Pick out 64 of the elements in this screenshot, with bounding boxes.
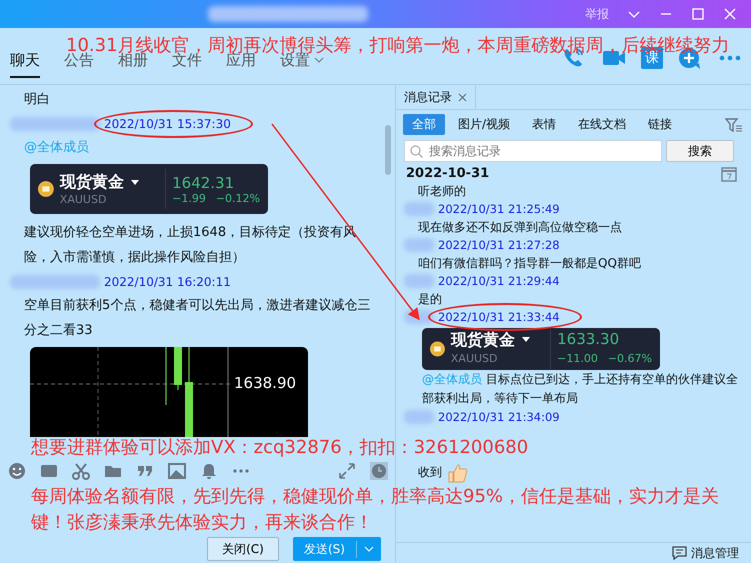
message-text: 空单目前获利5个点，稳健者可以先出局，激进者建议减仓三分之二看33 [24, 297, 372, 340]
filter-tab[interactable]: 全部 [403, 114, 445, 135]
quote-symbol: XAUUSD [450, 351, 499, 367]
search-icon [410, 145, 423, 158]
quote-name: 现货黄金 [60, 172, 124, 193]
quote-percent: −0.67% [608, 351, 652, 367]
filter-tab[interactable]: 表情 [523, 114, 566, 135]
message-time: 2022/10/31 21:34:09 [438, 410, 560, 424]
message-time: 2022/10/31 15:37:30 [104, 116, 231, 130]
close-icon[interactable] [458, 92, 467, 102]
filter-tab[interactable]: 图片/视频 [449, 114, 520, 135]
annotation-text: 想要进群体验可以添加VX：zcq32876，扣扣：3261200680 [31, 437, 528, 459]
message-time: 2022/10/31 21:27:28 [438, 238, 560, 252]
message-text: 收到 [418, 465, 442, 480]
quote-price: 1633.30 [557, 330, 620, 349]
quote-symbol: XAUUSD [60, 193, 108, 206]
scrollbar-thumb[interactable] [385, 125, 391, 175]
chevron-down-icon[interactable] [364, 546, 374, 552]
message-time: 2022/10/31 16:20:11 [104, 274, 231, 288]
tab[interactable]: 聊天 [10, 51, 40, 78]
clock-icon[interactable] [370, 462, 388, 480]
filter-tab[interactable]: 链接 [639, 114, 682, 135]
quote-change: −11.00 [557, 351, 598, 367]
bell-icon[interactable] [200, 462, 218, 480]
dropdown-icon[interactable] [520, 336, 531, 343]
date-heading: 2022-10-31 [406, 166, 490, 182]
message-text: 听老师的 [418, 183, 467, 200]
filter-icon[interactable] [725, 118, 743, 132]
message-text: 是的 [418, 291, 443, 308]
maximize-icon[interactable] [691, 7, 705, 21]
annotation-text: 每周体验名额有限，先到先得，稳健现价单，胜率高达95%，信任是基础，实力才是关键！张彦溱秉承先体验实力，再来谈合作！ [31, 485, 720, 535]
message-manager-link[interactable]: 消息管理 [691, 544, 739, 562]
close-button[interactable]: 关闭(C) [207, 537, 279, 561]
message-text: 咱们有微信群吗？指导群一般都是QQ群吧 [418, 255, 642, 272]
message-text: @全体成员 目标点位已到达，手上还持有空单的伙伴建议全部获利出局，等待下一单布局 [422, 371, 739, 407]
message-time: 2022/10/31 21:29:44 [438, 274, 560, 288]
message-time: 2022/10/31 21:25:49 [438, 202, 560, 216]
message-text: 明白 [24, 91, 51, 109]
coin-icon [430, 340, 445, 358]
search-button[interactable]: 搜索 [666, 140, 734, 162]
quote-price: 1642.31 [172, 174, 236, 192]
quote-card[interactable]: 现货黄金 XAUUSD 1642.31 −1.99 −0.12% [30, 164, 268, 214]
filter-tab[interactable]: 在线文档 [569, 114, 636, 135]
emoji-icon[interactable] [8, 462, 26, 480]
scissors-icon[interactable] [72, 462, 90, 480]
blurred-name [404, 274, 434, 288]
quote-change: −1.99 [172, 192, 206, 204]
calendar-icon[interactable] [721, 166, 737, 182]
blurred-name [404, 202, 434, 216]
message-text: 现在做多还不如反弹到高位做空稳一点 [418, 219, 623, 236]
coin-icon [38, 180, 54, 198]
search-field[interactable]: 搜索消息记录 [404, 140, 662, 162]
expand-icon[interactable] [338, 462, 356, 480]
price-label: 1638.90 [234, 374, 296, 392]
dropdown-icon[interactable] [130, 179, 140, 186]
history-tab[interactable]: 消息记录 [396, 85, 476, 109]
message-icon[interactable] [672, 546, 687, 560]
quote-percent: −0.12% [216, 192, 260, 204]
blurred-name [404, 238, 434, 252]
blurred-name [404, 410, 434, 424]
quote-card[interactable]: 现货黄金 XAUUSD 1633.30 −11.00 −0.67% [422, 328, 660, 370]
image-icon[interactable] [168, 462, 186, 480]
thumbs-up-icon [446, 462, 468, 484]
quote-name: 现货黄金 [450, 330, 515, 349]
